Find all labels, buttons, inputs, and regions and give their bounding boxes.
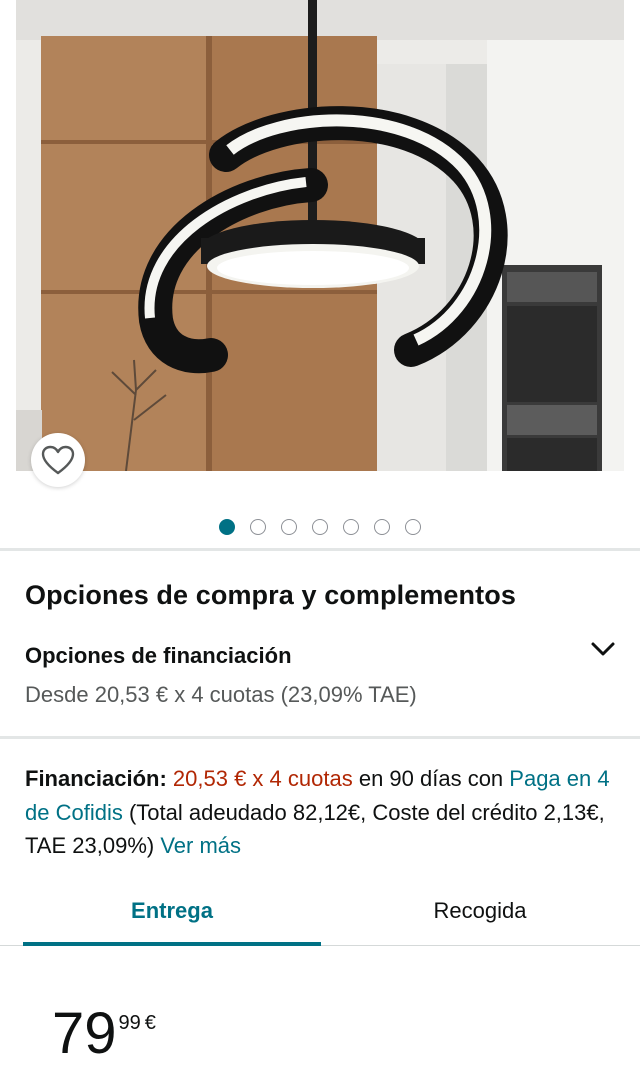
section-divider: [0, 736, 640, 739]
financing-details: Financiación: 20,53 € x 4 cuotas en 90 d…: [25, 762, 615, 863]
carousel-dot[interactable]: [405, 519, 421, 535]
product-image[interactable]: [16, 0, 624, 471]
financing-installments: 20,53 € x 4 cuotas: [172, 766, 353, 791]
price-currency: €: [144, 1012, 156, 1034]
heart-icon: [41, 445, 75, 475]
financing-options-title[interactable]: Opciones de financiación: [25, 643, 292, 669]
purchase-options-title: Opciones de compra y complementos: [25, 580, 516, 610]
price-whole: 79: [52, 1001, 117, 1066]
chevron-down-icon[interactable]: [590, 639, 616, 659]
carousel-dot[interactable]: [312, 519, 328, 535]
carousel-dot[interactable]: [374, 519, 390, 535]
image-carousel-indicator: [0, 519, 640, 535]
active-tab-indicator: [23, 942, 321, 946]
fulfillment-tabs: Entrega Recogida: [0, 880, 640, 948]
wishlist-button[interactable]: [31, 433, 85, 487]
carousel-dot[interactable]: [281, 519, 297, 535]
carousel-dot[interactable]: [219, 519, 235, 535]
tab-pickup[interactable]: Recogida: [320, 880, 640, 942]
financing-label: Financiación:: [25, 766, 167, 791]
see-more-link[interactable]: Ver más: [160, 833, 241, 858]
product-price: 79 99 €: [52, 1003, 156, 1065]
price-fraction: 99: [118, 1012, 141, 1034]
section-divider: [0, 548, 640, 551]
financing-options-subtitle[interactable]: Desde 20,53 € x 4 cuotas (23,09% TAE): [25, 682, 417, 708]
carousel-dot[interactable]: [343, 519, 359, 535]
tab-delivery[interactable]: Entrega: [23, 880, 321, 942]
carousel-dot[interactable]: [250, 519, 266, 535]
product-image-area[interactable]: [0, 0, 640, 500]
financing-term: en 90 días con: [352, 766, 510, 791]
